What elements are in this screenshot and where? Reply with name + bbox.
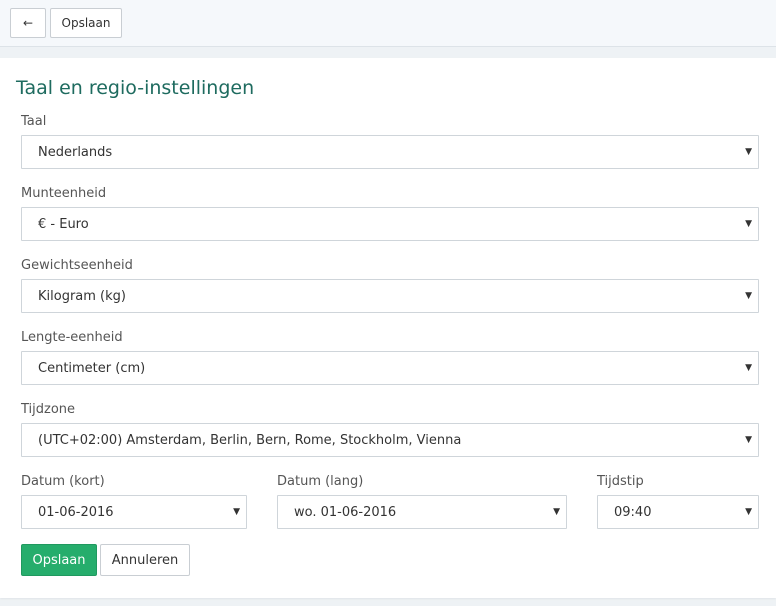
currency-label: Munteenheid — [21, 186, 107, 201]
date-short-select[interactable]: 01-06-2016 ▼ — [21, 495, 247, 529]
caret-down-icon: ▼ — [233, 507, 240, 517]
caret-down-icon: ▼ — [553, 507, 560, 517]
weight-select[interactable]: Kilogram (kg) ▼ — [21, 279, 759, 313]
caret-down-icon: ▼ — [745, 507, 752, 517]
top-toolbar: ← Opslaan — [0, 0, 776, 47]
length-value: Centimeter (cm) — [38, 360, 146, 376]
back-button[interactable]: ← — [10, 8, 46, 38]
length-label: Lengte-eenheid — [21, 330, 123, 345]
arrow-left-icon: ← — [22, 16, 34, 30]
cancel-button[interactable]: Annuleren — [100, 544, 190, 576]
time-value: 09:40 — [614, 504, 652, 520]
caret-down-icon: ▼ — [745, 291, 752, 301]
date-short-value: 01-06-2016 — [38, 504, 114, 520]
time-label: Tijdstip — [597, 474, 644, 489]
save-button[interactable]: Opslaan — [21, 544, 97, 576]
caret-down-icon: ▼ — [745, 219, 752, 229]
currency-value: € - Euro — [38, 216, 89, 232]
time-select[interactable]: 09:40 ▼ — [597, 495, 759, 529]
date-long-value: wo. 01-06-2016 — [294, 504, 397, 520]
timezone-value: (UTC+02:00) Amsterdam, Berlin, Bern, Rom… — [38, 432, 462, 448]
language-value: Nederlands — [38, 144, 113, 160]
language-label: Taal — [21, 114, 47, 129]
date-long-select[interactable]: wo. 01-06-2016 ▼ — [277, 495, 567, 529]
timezone-label: Tijdzone — [21, 402, 76, 417]
timezone-select[interactable]: (UTC+02:00) Amsterdam, Berlin, Bern, Rom… — [21, 423, 759, 457]
date-short-label: Datum (kort) — [21, 474, 105, 489]
toolbar-save-button[interactable]: Opslaan — [50, 8, 122, 38]
page-title: Taal en regio-instellingen — [16, 77, 255, 99]
caret-down-icon: ▼ — [745, 147, 752, 157]
language-select[interactable]: Nederlands ▼ — [21, 135, 759, 169]
length-select[interactable]: Centimeter (cm) ▼ — [21, 351, 759, 385]
caret-down-icon: ▼ — [745, 435, 752, 445]
weight-label: Gewichtseenheid — [21, 258, 133, 273]
weight-value: Kilogram (kg) — [38, 288, 126, 304]
currency-select[interactable]: € - Euro ▼ — [21, 207, 759, 241]
caret-down-icon: ▼ — [745, 363, 752, 373]
date-long-label: Datum (lang) — [277, 474, 364, 489]
